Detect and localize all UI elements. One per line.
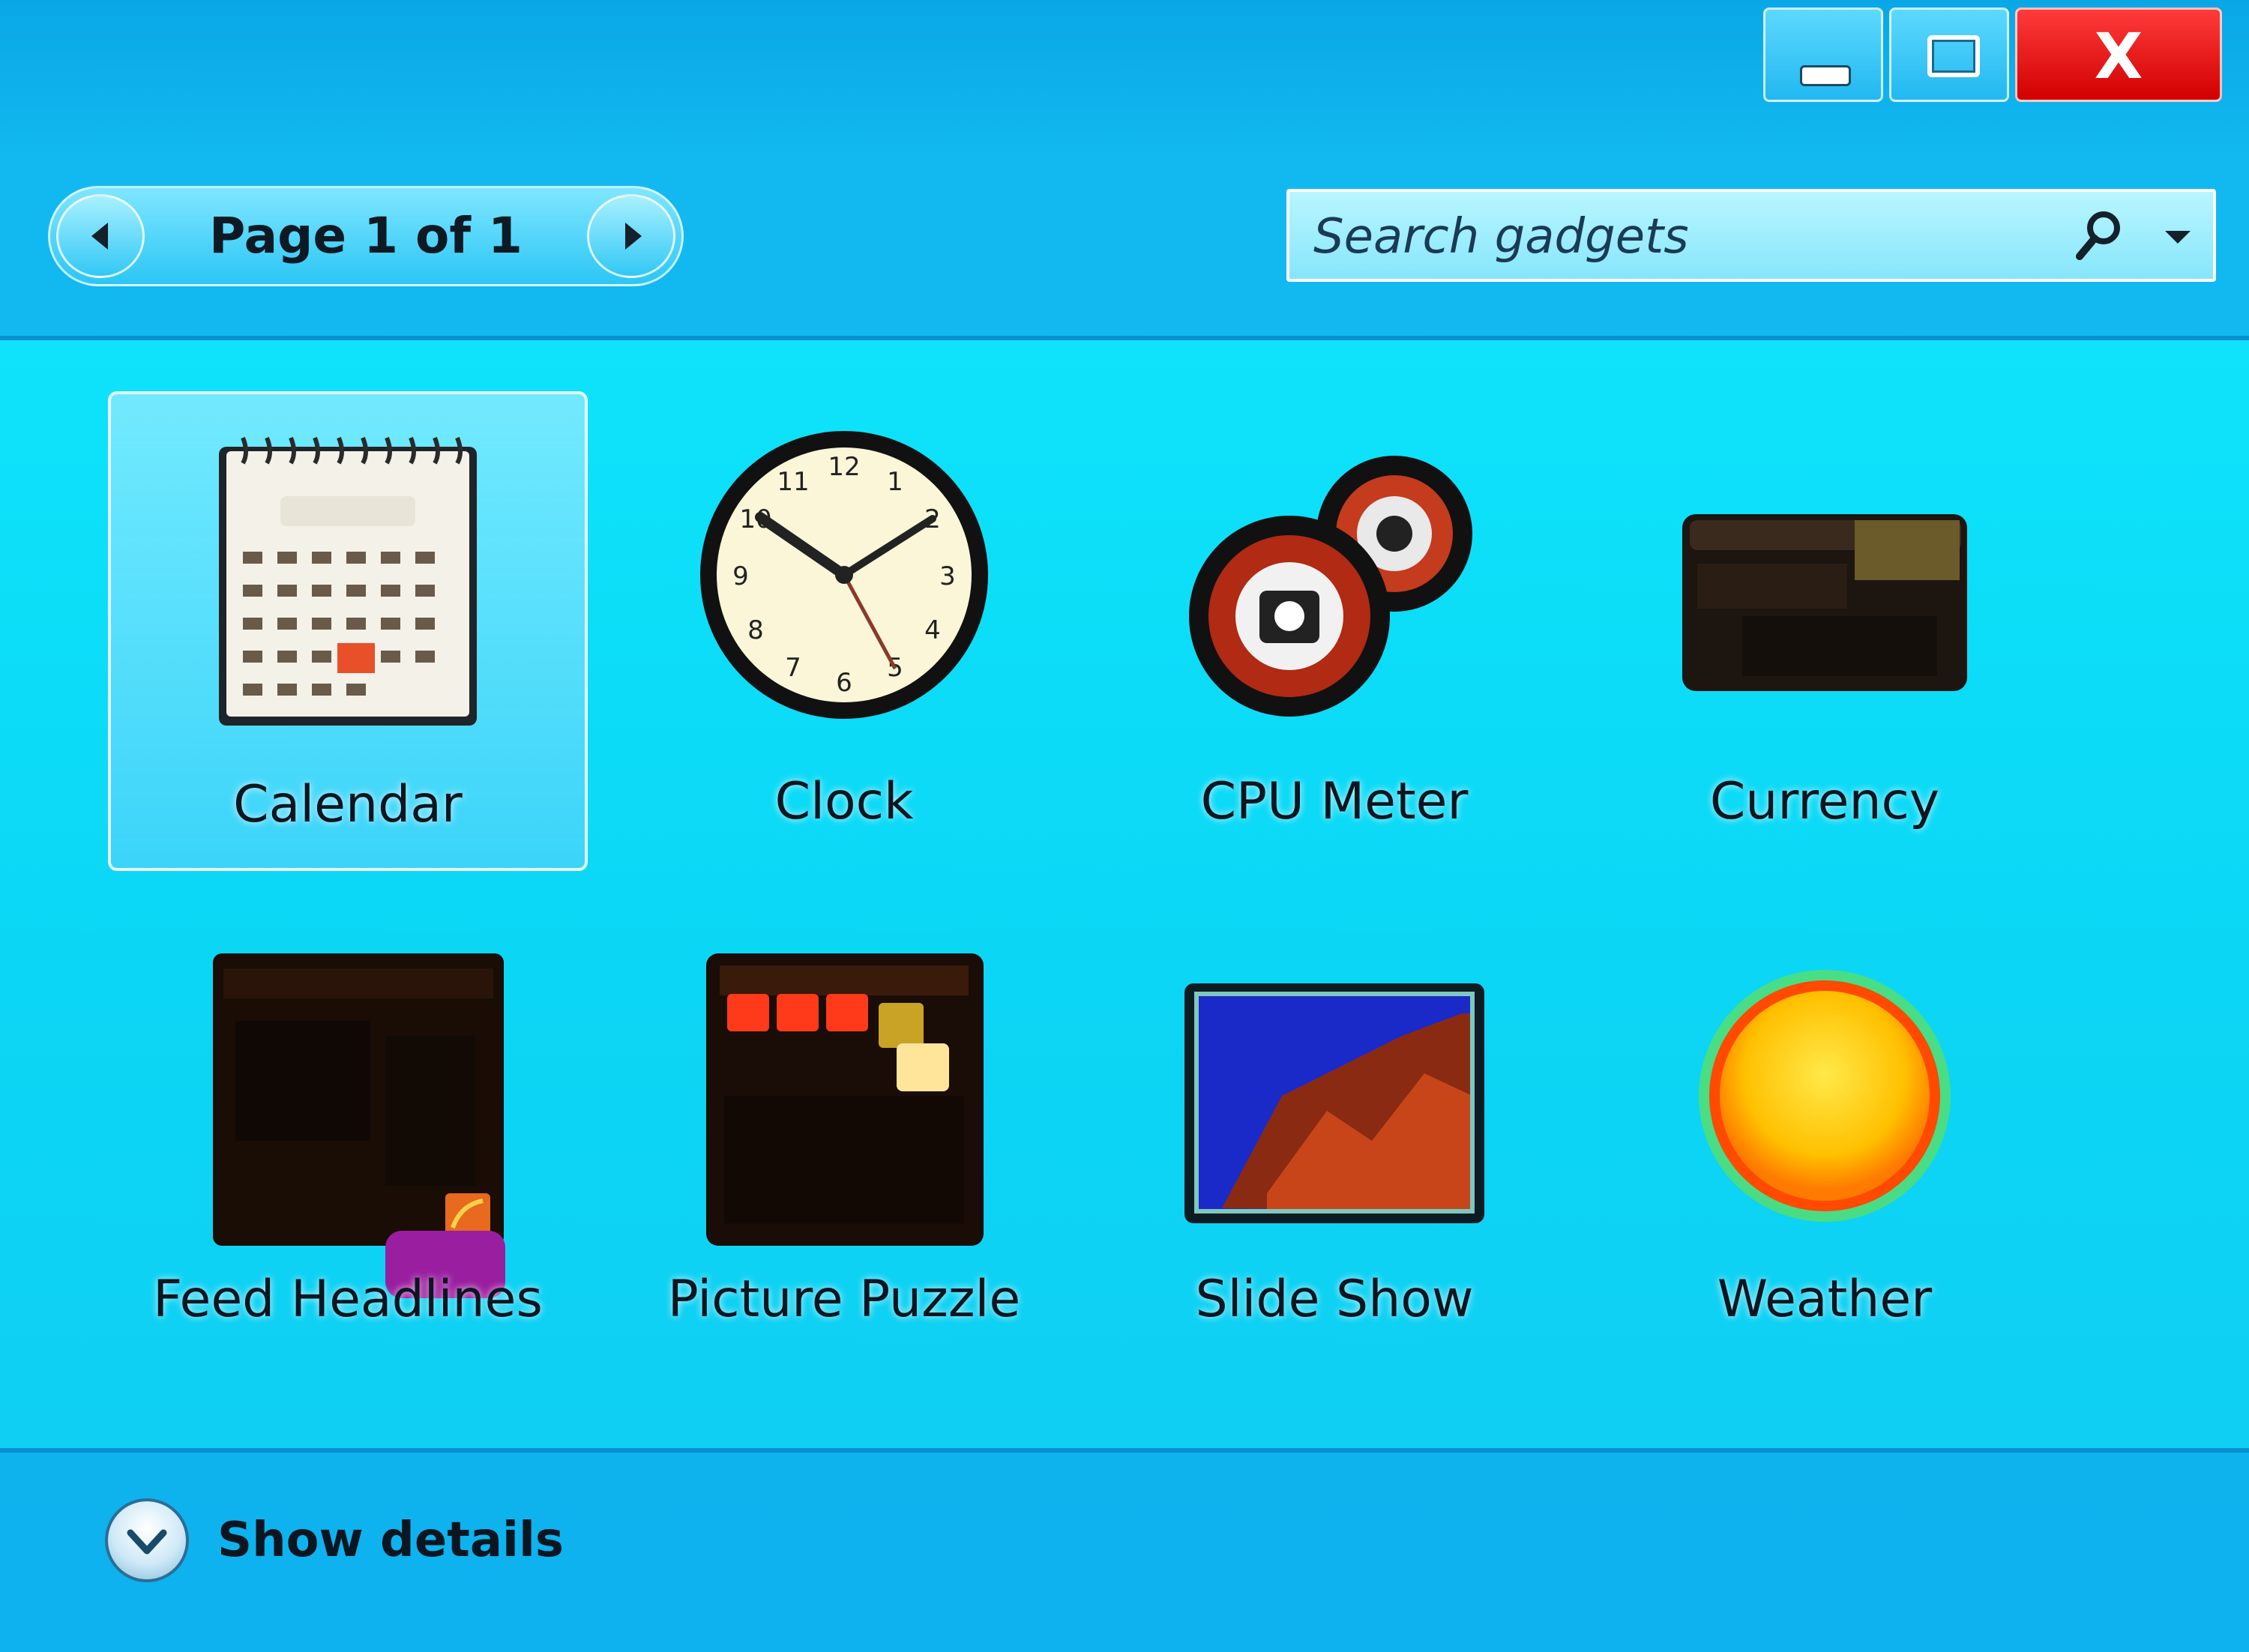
close-icon: X: [2094, 19, 2143, 93]
svg-text:11: 11: [777, 467, 809, 497]
gadget-label: Clock: [774, 772, 914, 831]
maximize-button[interactable]: [1889, 7, 2009, 102]
chevron-down-icon[interactable]: [2165, 231, 2191, 244]
gadget-label: Slide Show: [1195, 1270, 1474, 1329]
gadget-tile-slide-show[interactable]: Slide Show: [1095, 916, 1574, 1396]
chevron-down-circle-icon: [105, 1498, 189, 1582]
gadget-tile-calendar[interactable]: Calendar: [108, 391, 588, 871]
gadget-label: Weather: [1717, 1270, 1933, 1329]
svg-text:3: 3: [939, 561, 956, 591]
clock-icon: 1212 345 678 91011: [604, 421, 1084, 729]
page-indicator: Page 1 of 1: [209, 207, 523, 265]
svg-text:9: 9: [732, 561, 749, 591]
svg-text:1: 1: [887, 467, 903, 497]
search-input[interactable]: [1312, 202, 1975, 271]
gadget-tile-feed-headlines[interactable]: Feed Headlines: [108, 916, 588, 1396]
gadget-label: Picture Puzzle: [667, 1270, 1021, 1329]
search-box: [1286, 189, 2216, 282]
gadget-tile-clock[interactable]: 1212 345 678 91011 Clock: [604, 391, 1084, 871]
previous-page-button[interactable]: [56, 194, 145, 278]
gadget-tile-weather[interactable]: Weather: [1585, 916, 2065, 1396]
gadget-label: Feed Headlines: [153, 1270, 543, 1329]
svg-text:6: 6: [836, 668, 852, 698]
currency-icon: [1585, 421, 2065, 729]
weather-icon: [1585, 946, 2065, 1253]
svg-text:7: 7: [785, 653, 801, 683]
svg-text:12: 12: [828, 452, 860, 482]
svg-text:8: 8: [747, 615, 764, 645]
gadget-tile-picture-puzzle[interactable]: Picture Puzzle: [604, 916, 1084, 1396]
chevron-left-icon: [91, 223, 108, 250]
close-button[interactable]: X: [2015, 7, 2222, 102]
gadget-tile-cpu-meter[interactable]: CPU Meter: [1095, 391, 1574, 871]
gadget-label: Calendar: [233, 775, 463, 834]
gadget-tile-currency[interactable]: Currency: [1585, 391, 2065, 871]
feed-headlines-icon: [108, 946, 588, 1298]
minimize-button[interactable]: [1763, 7, 1883, 102]
cpu-meter-icon: [1095, 421, 1574, 729]
chevron-right-icon: [625, 223, 642, 250]
slide-show-icon: [1095, 946, 1574, 1253]
calendar-icon: [111, 424, 585, 732]
next-page-button[interactable]: [587, 194, 675, 278]
window-controls: X: [1763, 7, 2222, 102]
gadget-grid: Calendar 1212 345 678 91011: [0, 336, 2249, 1453]
show-details-label: Show details: [217, 1513, 564, 1568]
svg-text:4: 4: [924, 615, 941, 645]
page-navigator: Page 1 of 1: [48, 186, 684, 286]
gadget-label: CPU Meter: [1200, 772, 1469, 831]
search-icon[interactable]: [2072, 208, 2125, 262]
picture-puzzle-icon: [604, 946, 1084, 1253]
show-details-toggle[interactable]: Show details: [105, 1496, 564, 1585]
gadget-gallery-window: X Page 1 of 1 Search gadgets Calendar 12…: [0, 0, 2249, 1652]
minimize-icon: [1800, 65, 1851, 87]
maximize-icon: [1927, 35, 1980, 77]
gadget-label: Currency: [1709, 772, 1940, 831]
